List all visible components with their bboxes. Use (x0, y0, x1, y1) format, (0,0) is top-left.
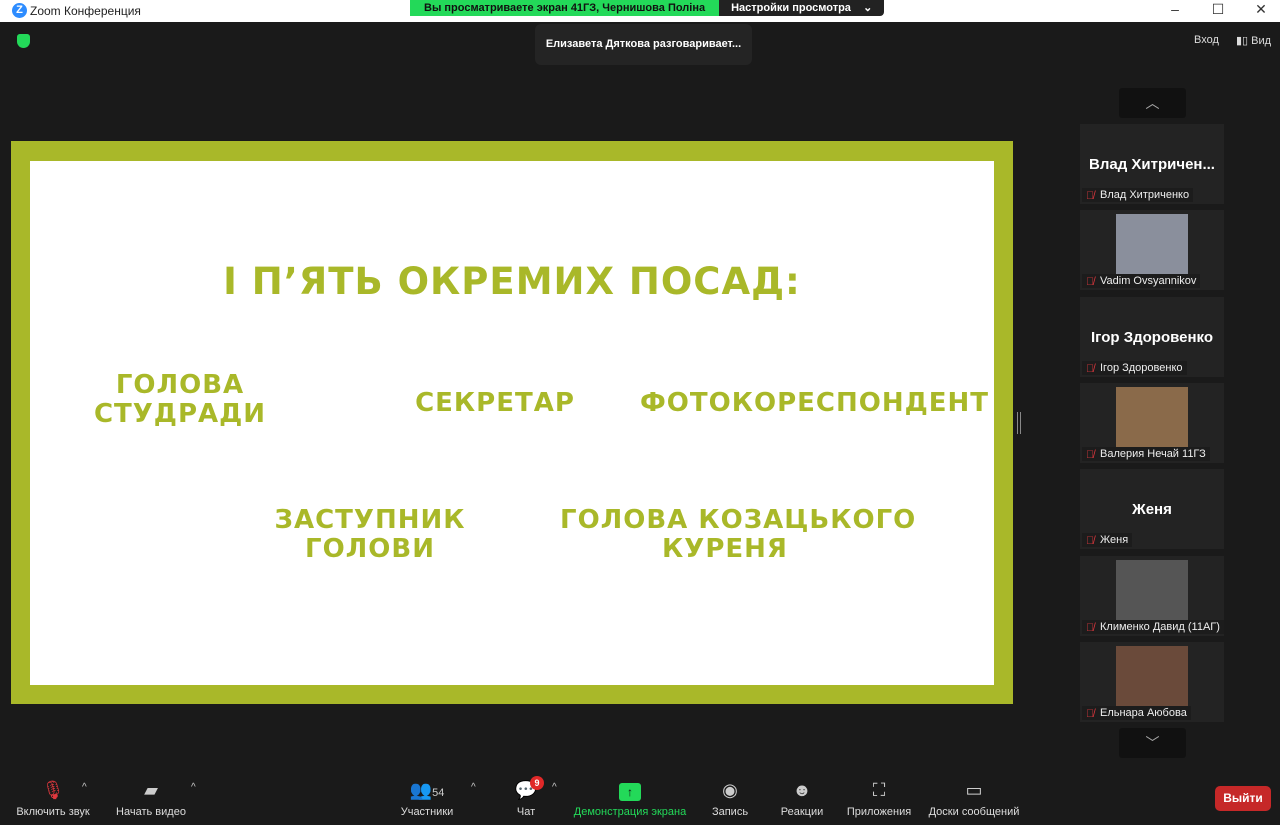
minimize-button[interactable]: – (1160, 1, 1190, 17)
participants-caret[interactable]: ^ (471, 782, 476, 793)
participant-display-name: Влад Хитричен... (1089, 156, 1215, 173)
participant-tile[interactable]: Ігор Здоровенко 🎙̸ Ігор Здоровенко (1080, 297, 1224, 377)
participant-tile[interactable]: 🎙̸ Клименко Давид (11АГ) (1080, 556, 1224, 636)
mic-muted-icon: 🎙̸ (1086, 190, 1095, 202)
slide-item: СЕКРЕТАР (415, 388, 575, 418)
participant-name-label: 🎙̸ Ігор Здоровенко (1082, 361, 1187, 375)
apps-label: Приложения (846, 806, 912, 818)
slide-item: ГОЛОВА КОЗАЦЬКОГО КУРЕНЯ (560, 505, 917, 565)
participant-name: Валерия Нечай 11ГЗ (1100, 448, 1206, 460)
chat-caret[interactable]: ^ (552, 782, 557, 793)
reactions-button[interactable]: ☻ Реакции (778, 778, 826, 818)
mic-muted-icon: 🎙̸ (1086, 449, 1095, 461)
participant-name-label: 🎙̸ Vadim Ovsyannikov (1082, 274, 1201, 288)
whiteboard-icon: ▭ (965, 780, 983, 800)
participant-video (1116, 646, 1188, 706)
video-off-icon: ▰ (144, 780, 158, 800)
record-icon: ◉ (722, 780, 738, 800)
view-icon: ▮▯ (1236, 35, 1252, 47)
participant-name: Vadim Ovsyannikov (1100, 275, 1197, 287)
unmute-button[interactable]: 🎙 Включить звук (14, 778, 92, 818)
chat-unread-badge: 9 (530, 776, 544, 790)
participant-name: Ігор Здоровенко (1100, 362, 1183, 374)
participant-tile[interactable]: Женя 🎙̸ Женя (1080, 469, 1224, 549)
reactions-icon: ☻ (792, 780, 812, 800)
participants-label: Участники (400, 806, 454, 818)
slide-content: І П’ЯТЬ ОКРЕМИХ ПОСАД: ГОЛОВА СТУДРАДИ С… (30, 161, 994, 685)
slide-item: ФОТОКОРЕСПОНДЕНТ (640, 388, 990, 418)
participant-name: Женя (1100, 534, 1129, 546)
participant-video (1116, 387, 1188, 447)
mic-muted-icon: 🎙 (41, 780, 65, 800)
window-title: Zoom Конференция (30, 4, 141, 18)
participant-name-label: 🎙̸ Ельнара Аюбова (1082, 706, 1191, 720)
view-settings-button[interactable]: Настройки просмотра ⌄ (719, 0, 885, 16)
slide-item: ЗАСТУПНИК ГОЛОВИ (274, 505, 466, 565)
participant-tile[interactable]: 🎙̸ Ельнара Аюбова (1080, 642, 1224, 722)
chevron-down-icon: ﹀ (1145, 735, 1160, 751)
chat-label: Чат (516, 806, 536, 818)
view-button[interactable]: ▮▯ Вид (1236, 34, 1271, 47)
participant-video (1116, 560, 1188, 620)
start-video-button[interactable]: ▰ Начать видео (114, 778, 188, 818)
audio-options-caret[interactable]: ^ (82, 782, 87, 793)
video-options-caret[interactable]: ^ (191, 782, 196, 793)
slide-item: ГОЛОВА СТУДРАДИ (93, 370, 267, 430)
participant-tile[interactable]: 🎙̸ Валерия Нечай 11ГЗ (1080, 383, 1224, 463)
shared-screen: І П’ЯТЬ ОКРЕМИХ ПОСАД: ГОЛОВА СТУДРАДИ С… (11, 141, 1013, 704)
participant-name-label: 🎙̸ Женя (1082, 533, 1133, 547)
share-banner: Вы просматриваете экран 41ГЗ, Чернишова … (410, 0, 885, 16)
participant-display-name: Ігор Здоровенко (1090, 329, 1213, 346)
maximize-button[interactable]: ☐ (1203, 1, 1233, 18)
zoom-logo-icon: Z (12, 3, 27, 18)
participants-button[interactable]: 👥54 Участники (398, 778, 456, 818)
scroll-down-button[interactable]: ﹀ (1119, 728, 1186, 758)
record-label: Запись (711, 806, 749, 818)
participant-tile[interactable]: Влад Хитричен... 🎙̸ Влад Хитриченко (1080, 124, 1224, 204)
participant-display-name: Женя (1132, 501, 1172, 518)
view-label: Вид (1251, 35, 1272, 47)
participant-name: Клименко Давид (11АГ) (1100, 621, 1220, 633)
apps-icon: ⛶ (872, 780, 886, 800)
chevron-up-icon: ︿ (1145, 95, 1160, 111)
participant-name-label: 🎙̸ Валерия Нечай 11ГЗ (1082, 447, 1210, 461)
talking-indicator: Елизавета Дяткова разговаривает... (535, 24, 752, 65)
mic-muted-icon: 🎙̸ (1086, 535, 1095, 547)
view-settings-label: Настройки просмотра (731, 2, 851, 14)
participants-count: 54 (432, 787, 445, 799)
meeting-toolbar: 🎙 Включить звук ^ ▰ Начать видео ^ 👥54 Учас… (0, 770, 1280, 825)
participant-name-label: 🎙̸ Клименко Давид (11АГ) (1082, 620, 1224, 634)
scroll-up-button[interactable]: ︿ (1119, 88, 1186, 118)
apps-button[interactable]: ⛶ Приложения (843, 778, 915, 818)
participant-name: Влад Хитриченко (1100, 189, 1190, 201)
record-button[interactable]: ◉ Запись (708, 778, 752, 818)
participant-name-label: 🎙̸ Влад Хитриченко (1082, 188, 1194, 202)
leave-button[interactable]: Выйти (1215, 786, 1271, 811)
share-label: Демонстрация экрана (573, 806, 687, 818)
reactions-label: Реакции (780, 806, 824, 818)
mic-muted-icon: 🎙̸ (1086, 276, 1095, 288)
share-screen-button[interactable]: ↑ Демонстрация экрана (572, 778, 688, 818)
participant-tile[interactable]: 🎙̸ Vadim Ovsyannikov (1080, 210, 1224, 290)
viewing-status: Вы просматриваете экран 41ГЗ, Чернишова … (410, 0, 720, 16)
chevron-down-icon: ⌄ (863, 2, 873, 14)
unmute-label: Включить звук (16, 806, 90, 818)
video-label: Начать видео (116, 806, 186, 818)
share-screen-icon: ↑ (572, 778, 688, 802)
security-shield-icon[interactable] (17, 34, 30, 48)
participant-video (1116, 214, 1188, 274)
whiteboards-label: Доски сообщений (928, 806, 1020, 818)
mic-muted-icon: 🎙̸ (1086, 708, 1095, 720)
slide-title: І П’ЯТЬ ОКРЕМИХ ПОСАД: (223, 260, 801, 303)
participant-name: Ельнара Аюбова (1100, 707, 1187, 719)
participants-icon: 👥54 (409, 780, 445, 800)
whiteboards-button[interactable]: ▭ Доски сообщений (926, 778, 1022, 818)
resize-handle[interactable] (1017, 412, 1021, 434)
close-button[interactable]: ✕ (1246, 1, 1276, 18)
enter-button[interactable]: Вход (1194, 34, 1219, 46)
mic-muted-icon: 🎙̸ (1086, 363, 1095, 375)
mic-muted-icon: 🎙̸ (1086, 622, 1095, 634)
